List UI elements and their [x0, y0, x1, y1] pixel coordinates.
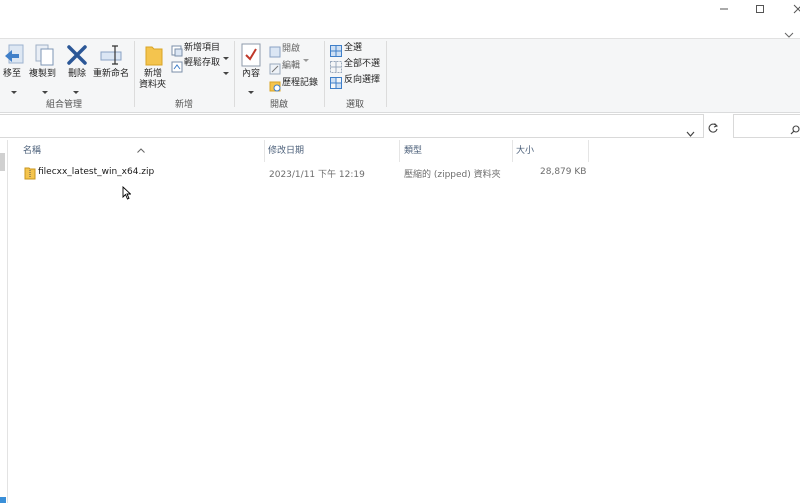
properties-label: 內容	[242, 69, 261, 79]
maximize-button[interactable]	[740, 0, 780, 18]
move-to-icon	[5, 44, 24, 64]
refresh-icon	[708, 123, 719, 133]
ribbon-divider	[324, 41, 325, 107]
open-group-label: 開啟	[270, 100, 289, 110]
chevron-down-icon	[303, 48, 309, 67]
ribbon-divider	[386, 41, 387, 107]
delete-label: 刪除	[68, 69, 87, 79]
new-group-label: 新增	[175, 100, 194, 110]
column-divider[interactable]	[264, 140, 265, 162]
select-none-button[interactable]: 全部不選	[344, 59, 380, 70]
new-folder-label-1: 新增	[144, 69, 163, 79]
rename-button[interactable]	[100, 43, 124, 71]
chevron-down-icon	[248, 80, 254, 99]
column-divider[interactable]	[512, 140, 513, 162]
navigation-scrollbar-thumb[interactable]	[0, 153, 5, 171]
column-header-name[interactable]: 名稱	[23, 143, 41, 156]
search-icon	[790, 120, 800, 139]
history-icon	[269, 77, 281, 96]
sort-ascending-icon	[137, 138, 145, 157]
ribbon-divider	[234, 41, 235, 107]
organize-group-label: 組合管理	[46, 100, 83, 110]
history-button[interactable]: 歷程記錄	[282, 78, 318, 89]
chevron-down-icon	[686, 131, 695, 137]
ribbon-divider	[134, 41, 135, 107]
easy-access-icon	[171, 58, 183, 77]
mouse-cursor-icon	[122, 185, 132, 204]
open-button[interactable]: 開啟	[282, 44, 300, 55]
edit-button[interactable]: 編輯	[282, 61, 300, 72]
close-button[interactable]	[778, 0, 800, 18]
refresh-button[interactable]	[707, 119, 719, 138]
column-header-size[interactable]: 大小	[516, 143, 534, 156]
close-icon	[793, 4, 800, 14]
delete-button[interactable]	[66, 44, 88, 70]
invert-selection-button[interactable]: 反向選擇	[344, 75, 380, 86]
file-name: filecxx_latest_win_x64.zip	[38, 167, 155, 177]
select-group-label: 選取	[346, 100, 365, 110]
file-size: 28,879 KB	[540, 167, 587, 177]
rename-icon	[100, 45, 122, 65]
chevron-down-icon	[11, 80, 17, 99]
copy-to-button[interactable]	[34, 43, 56, 71]
navigation-pane[interactable]	[0, 140, 8, 503]
address-bar[interactable]	[0, 114, 704, 138]
minimize-icon	[720, 8, 728, 10]
select-all-button[interactable]: 全選	[344, 43, 362, 54]
invert-selection-icon	[330, 74, 342, 93]
properties-icon	[241, 43, 261, 67]
copy-to-icon	[35, 44, 54, 66]
new-folder-button[interactable]	[145, 44, 163, 70]
new-item-button[interactable]: 新增項目	[184, 43, 220, 54]
status-indicator	[0, 497, 6, 503]
column-header-type[interactable]: 類型	[404, 143, 422, 156]
properties-button[interactable]	[241, 43, 261, 71]
column-divider[interactable]	[588, 140, 589, 162]
chevron-down-icon	[223, 61, 229, 80]
column-header-modified[interactable]: 修改日期	[268, 143, 304, 156]
new-folder-label-2: 資料夾	[139, 80, 167, 90]
copy-to-label: 複製到	[29, 69, 57, 79]
folder-icon	[145, 46, 163, 66]
file-type: 壓縮的 (zipped) 資料夾	[404, 170, 501, 180]
address-dropdown-button[interactable]	[686, 122, 695, 141]
close-icon	[67, 45, 87, 65]
rename-label: 重新命名	[93, 69, 130, 79]
maximize-icon	[756, 5, 764, 13]
move-to-label: 移至	[3, 69, 22, 79]
easy-access-button[interactable]: 輕鬆存取	[184, 58, 220, 69]
zip-folder-icon	[24, 165, 36, 184]
move-to-button[interactable]	[3, 44, 25, 72]
minimize-button[interactable]	[704, 0, 744, 18]
file-modified: 2023/1/11 下午 12:19	[269, 170, 365, 180]
column-divider[interactable]	[399, 140, 400, 162]
